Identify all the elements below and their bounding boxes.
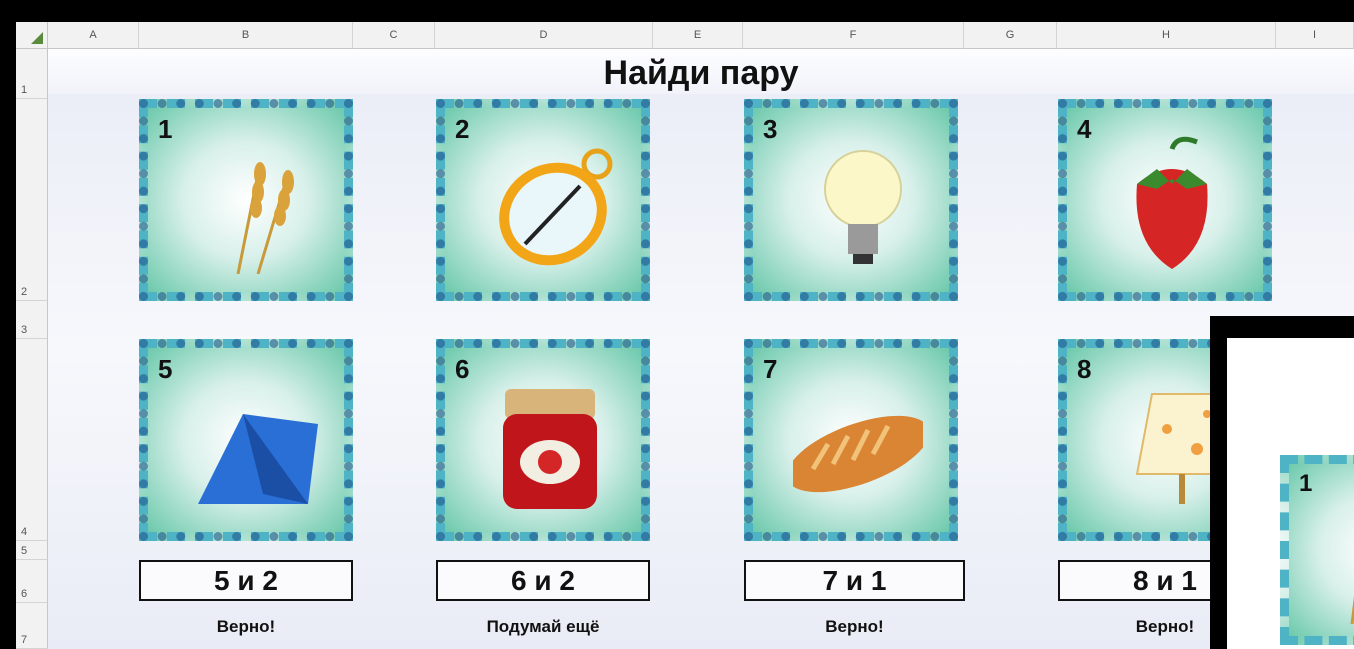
card-2[interactable]: 2 xyxy=(436,99,650,301)
card-6[interactable]: 6 xyxy=(436,339,650,541)
overlapping-window-content: 1 xyxy=(1227,338,1354,649)
card-number: 1 xyxy=(1299,470,1313,497)
column-header-e[interactable]: E xyxy=(653,22,743,49)
answer-box-2[interactable]: 6 и 2 xyxy=(436,560,650,601)
row-header-7[interactable]: 7 xyxy=(16,603,48,649)
card-7[interactable]: 7 xyxy=(744,339,958,541)
column-header-a[interactable]: A xyxy=(48,22,139,49)
wheat-icon xyxy=(236,162,294,274)
select-all-icon xyxy=(31,32,43,44)
row-header-6[interactable]: 6 xyxy=(16,560,48,603)
result-text-3: Верно! xyxy=(825,617,884,636)
card-number: 6 xyxy=(455,354,470,384)
result-text-2: Подумай ещё xyxy=(486,617,600,636)
card-number: 4 xyxy=(1077,114,1092,144)
row-header-1[interactable]: 1 xyxy=(16,49,48,99)
compass-icon xyxy=(499,148,613,266)
card-number: 8 xyxy=(1077,354,1092,384)
page-title: Найди пару xyxy=(48,49,1354,94)
card-number: 1 xyxy=(158,114,173,144)
column-header-g[interactable]: G xyxy=(964,22,1057,49)
tent-icon xyxy=(198,414,318,504)
spreadsheet: A B C D E F G H I 1 2 3 4 5 6 7 Найди па… xyxy=(16,22,1354,649)
answer-box-3[interactable]: 7 и 1 xyxy=(744,560,965,601)
overlay-card-1[interactable]: 1 xyxy=(1280,455,1354,645)
strawberry-icon xyxy=(1136,136,1208,269)
jam-jar-icon xyxy=(503,389,597,509)
row-header-2[interactable]: 2 xyxy=(16,99,48,301)
column-header-f[interactable]: F xyxy=(743,22,964,49)
result-text-1: Верно! xyxy=(216,617,276,636)
column-header-b[interactable]: B xyxy=(139,22,353,49)
row-header-4[interactable]: 4 xyxy=(16,339,48,541)
column-header-c[interactable]: C xyxy=(353,22,435,49)
bread-icon xyxy=(793,415,923,493)
card-number: 5 xyxy=(158,354,173,384)
column-header-d[interactable]: D xyxy=(435,22,653,49)
row-header-5[interactable]: 5 xyxy=(16,541,48,560)
lightbulb-icon xyxy=(824,150,902,264)
card-number: 2 xyxy=(455,114,470,144)
card-1[interactable]: 1 xyxy=(139,99,353,301)
column-header-h[interactable]: H xyxy=(1057,22,1276,49)
answer-box-1[interactable]: 5 и 2 xyxy=(139,560,353,601)
card-number: 7 xyxy=(763,354,778,384)
select-all-corner[interactable] xyxy=(16,22,48,49)
card-4[interactable]: 4 xyxy=(1058,99,1272,301)
wheat-icon xyxy=(1350,595,1354,624)
card-3[interactable]: 3 xyxy=(744,99,958,301)
row-header-3[interactable]: 3 xyxy=(16,301,48,339)
card-5[interactable]: 5 xyxy=(139,339,353,541)
overlapping-window[interactable]: 1 xyxy=(1210,316,1354,649)
column-header-i[interactable]: I xyxy=(1276,22,1354,49)
card-number: 3 xyxy=(763,114,778,144)
